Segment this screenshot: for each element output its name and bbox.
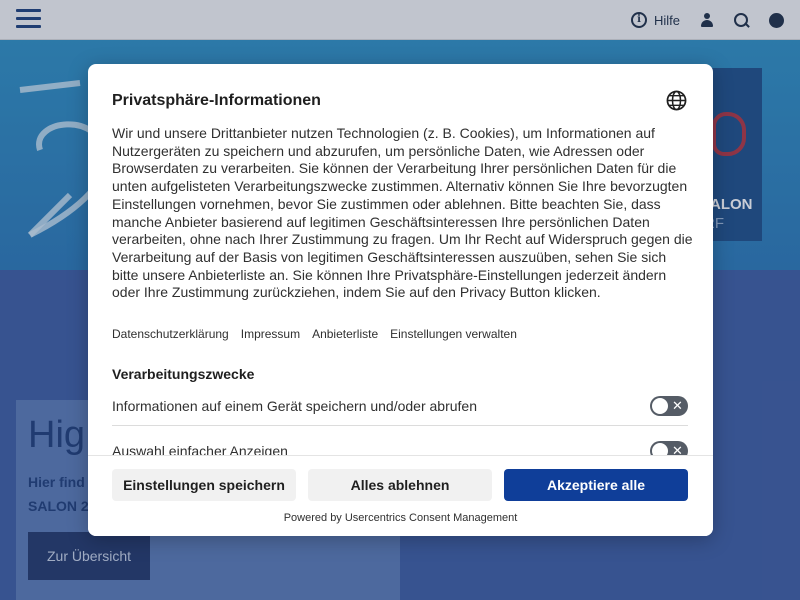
- close-icon: ✕: [672, 398, 683, 413]
- save-settings-button[interactable]: Einstellungen speichern: [112, 469, 296, 501]
- accept-all-button[interactable]: Akzeptiere alle: [504, 469, 688, 501]
- imprint-link[interactable]: Impressum: [241, 327, 300, 341]
- toggle-knob: [652, 398, 668, 414]
- consent-dialog: Privatsphäre-Informationen Wir und unser…: [88, 64, 713, 536]
- reject-all-button[interactable]: Alles ablehnen: [308, 469, 492, 501]
- dialog-links: Datenschutzerklärung Impressum Anbieterl…: [112, 327, 529, 341]
- purpose-toggle[interactable]: ✕: [650, 396, 688, 416]
- privacy-policy-link[interactable]: Datenschutzerklärung: [112, 327, 229, 341]
- vendor-list-link[interactable]: Anbieterliste: [312, 327, 378, 341]
- purpose-row: Informationen auf einem Gerät speichern …: [112, 393, 688, 419]
- dialog-description: Wir und unsere Drittanbieter nutzen Tech…: [112, 125, 693, 301]
- dialog-footer: Einstellungen speichern Alles ablehnen A…: [88, 455, 713, 536]
- manage-settings-link[interactable]: Einstellungen verwalten: [390, 327, 517, 341]
- language-globe-icon[interactable]: [666, 90, 687, 111]
- dialog-title: Privatsphäre-Informationen: [112, 92, 321, 109]
- powered-by-text[interactable]: Powered by Usercentrics Consent Manageme…: [88, 512, 713, 524]
- purposes-heading: Verarbeitungszwecke: [112, 366, 255, 382]
- divider: [112, 425, 688, 426]
- purpose-label: Informationen auf einem Gerät speichern …: [112, 398, 478, 414]
